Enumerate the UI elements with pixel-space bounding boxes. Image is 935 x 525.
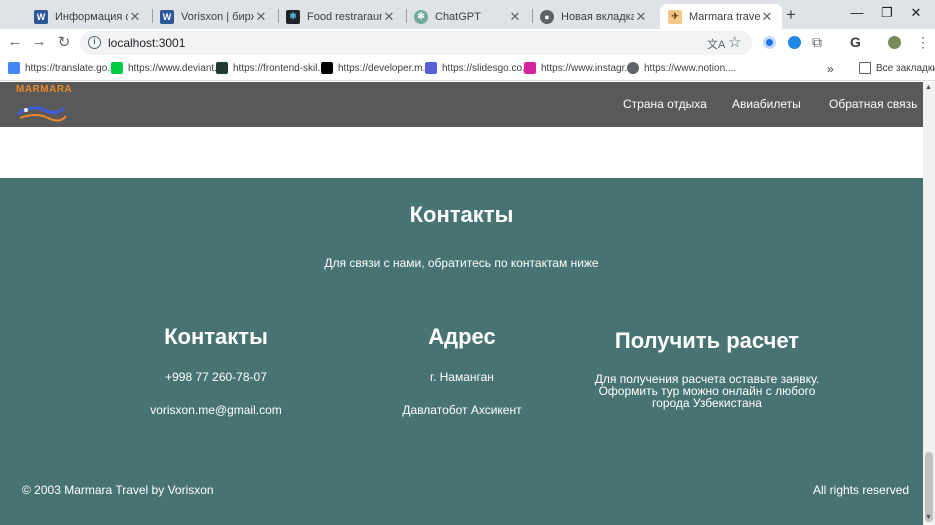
bookmark-item[interactable]: https://translate.go... [8, 62, 116, 74]
column-heading: Контакты [164, 324, 268, 349]
tab-title: Marmara travel [689, 10, 760, 23]
logo-text: MARMARA [16, 84, 73, 95]
instagram-icon [524, 62, 536, 74]
quote-text-line: города Узбекистана [652, 396, 762, 410]
logo-graphic [17, 106, 67, 122]
bookmark-item[interactable]: https://developer.m... [321, 62, 431, 74]
globe-icon [627, 62, 639, 74]
all-bookmarks[interactable]: Все закладки [859, 62, 935, 74]
new-tab-icon[interactable]: + [786, 5, 796, 25]
contacts-title: Контакты [409, 202, 514, 227]
phone-text: +998 77 260-78-07 [165, 370, 267, 384]
tab-title: Новая вкладка [561, 10, 634, 23]
site-logo[interactable]: MARMARA [14, 84, 72, 124]
tab-title: Vorisxon | биржа фр [181, 10, 254, 23]
site-header: MARMARA Страна отдыха Авиабилеты Обратна… [0, 82, 923, 127]
all-bookmarks-label: Все закладки [876, 62, 935, 74]
address-bar[interactable]: i localhost:3001 文A ☆ [80, 31, 752, 55]
contacts-subtitle: Для связи с нами, обратитесь по контакта… [324, 256, 599, 270]
chatgpt-icon: ✻ [414, 9, 428, 24]
extension-icon[interactable] [763, 36, 776, 49]
slidesgo-icon [425, 62, 437, 74]
contacts-column: Контакты +998 77 260-78-07 vorisxon.me@g… [116, 324, 316, 417]
bookmark-item[interactable]: https://www.notion.... [627, 62, 736, 74]
marmara-icon: ✈ [668, 9, 682, 24]
close-icon[interactable]: ✕ [254, 9, 268, 25]
nav-link-feedback[interactable]: Обратная связь [829, 97, 917, 111]
bookmark-item[interactable]: https://www.instagr... [524, 62, 633, 74]
tab-title: ChatGPT [435, 10, 481, 23]
bookmarks-bar: https://translate.go... https://www.devi… [0, 57, 935, 81]
page-viewport: MARMARA Страна отдыха Авиабилеты Обратна… [0, 82, 923, 525]
deviantart-icon [111, 62, 123, 74]
react-icon: ⚛ [286, 9, 300, 24]
extensions-puzzle-icon[interactable]: ⧉ [812, 34, 822, 51]
browser-toolbar: ← → ↻ i localhost:3001 文A ☆ ⧉ G ⋮ [0, 29, 935, 57]
bookmark-star-icon[interactable]: ☆ [728, 33, 741, 51]
tab-vorisxon[interactable]: W Vorisxon | биржа фр ✕ [152, 4, 276, 29]
tab-title: Food restraraunt [307, 10, 382, 23]
close-icon[interactable]: ✕ [634, 9, 648, 25]
bookmark-label: https://developer.m... [338, 62, 431, 74]
extension-icon[interactable] [788, 36, 801, 49]
street-text: Давлатобот Ахсикент [402, 403, 522, 417]
word-icon: W [160, 9, 174, 24]
forward-icon[interactable]: → [29, 33, 49, 50]
bookmark-label: https://www.instagr... [541, 62, 633, 74]
frontend-skills-icon [216, 62, 228, 74]
minimize-icon[interactable]: — [847, 5, 867, 20]
google-icon[interactable]: G [850, 34, 861, 50]
mdn-icon [321, 62, 333, 74]
bookmark-label: https://translate.go... [25, 62, 116, 74]
email-text: vorisxon.me@gmail.com [150, 403, 282, 417]
close-icon[interactable]: ✕ [128, 9, 142, 25]
rights-text: All rights reserved [813, 483, 910, 497]
chrome-icon: ● [540, 9, 554, 24]
tab-strip: W Информация о себе ✕ W Vorisxon | биржа… [0, 0, 935, 29]
bookmark-label: https://slidesgo.co... [442, 62, 531, 74]
translate-icon[interactable]: 文A [707, 36, 725, 52]
bookmark-label: https://www.deviant... [128, 62, 223, 74]
tab-chatgpt[interactable]: ✻ ChatGPT ✕ [406, 4, 530, 29]
menu-icon[interactable]: ⋮ [916, 34, 930, 51]
tab-food[interactable]: ⚛ Food restraraunt ✕ [278, 4, 404, 29]
scroll-up-icon[interactable]: ▲ [925, 84, 932, 91]
address-column: Адрес г. Наманган Давлатобот Ахсикент [362, 324, 562, 417]
nav-link-flights[interactable]: Авиабилеты [732, 97, 801, 111]
word-icon: W [34, 9, 48, 24]
nav-link-countries[interactable]: Страна отдыха [623, 97, 707, 111]
tab-marmara[interactable]: ✈ Marmara travel ✕ [660, 4, 782, 29]
bookmark-item[interactable]: https://frontend-skil... [216, 62, 326, 74]
info-icon[interactable]: i [88, 36, 101, 49]
close-icon[interactable]: ✕ [760, 9, 774, 25]
scroll-down-icon[interactable]: ▼ [925, 514, 932, 521]
close-icon[interactable]: ✕ [508, 9, 522, 25]
reload-icon[interactable]: ↻ [54, 33, 74, 51]
contacts-section: Контакты Для связи с нами, обратитесь по… [0, 178, 923, 525]
bookmark-item[interactable]: https://www.deviant... [111, 62, 223, 74]
page-scrollbar[interactable]: ▲ ▼ [923, 82, 935, 525]
bookmark-label: https://frontend-skil... [233, 62, 326, 74]
close-window-icon[interactable]: ✕ [906, 5, 926, 21]
translate-icon [8, 62, 20, 74]
column-heading: Адрес [428, 324, 496, 349]
tab-new[interactable]: ● Новая вкладка ✕ [532, 4, 656, 29]
copyright-text: © 2003 Marmara Travel by Vorisxon [22, 483, 214, 497]
city-text: г. Наманган [430, 370, 494, 384]
tab-info[interactable]: W Информация о себе ✕ [26, 4, 150, 29]
bookmark-label: https://www.notion.... [644, 62, 737, 74]
back-icon[interactable]: ← [5, 33, 25, 50]
bookmark-item[interactable]: https://slidesgo.co... [425, 62, 530, 74]
folder-icon [859, 62, 871, 74]
tab-title: Информация о себе [55, 10, 128, 23]
column-heading: Получить расчет [614, 328, 800, 353]
avatar[interactable] [888, 36, 901, 49]
more-bookmarks-icon[interactable]: » [827, 62, 834, 76]
restore-icon[interactable]: ❐ [877, 5, 897, 21]
quote-column: Получить расчет Для получения расчета ос… [592, 328, 822, 409]
scrollbar-thumb[interactable] [925, 452, 933, 522]
url-text: localhost:3001 [108, 36, 186, 50]
close-icon[interactable]: ✕ [382, 9, 396, 25]
